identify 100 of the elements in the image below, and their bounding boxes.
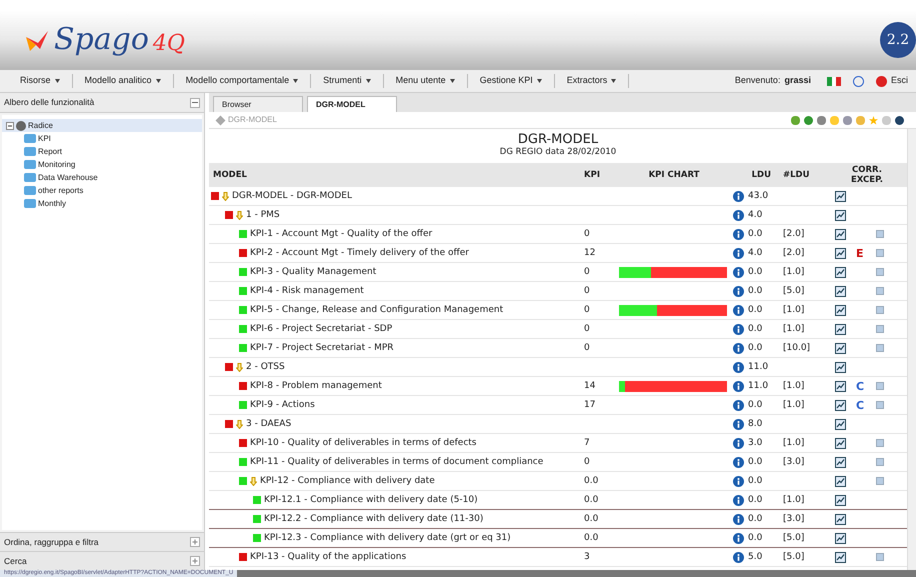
dropdown-arrow-icon[interactable] xyxy=(450,79,455,83)
model-name: 2 - OTSS xyxy=(246,361,285,373)
down-arrow-icon[interactable] xyxy=(236,420,243,428)
down-arrow-icon[interactable] xyxy=(250,476,257,486)
model-name: DGR-MODEL - DGR-MODEL xyxy=(232,190,352,202)
menu-item[interactable]: Modello analitico xyxy=(84,74,152,88)
menu-item[interactable]: Strumenti xyxy=(323,74,362,88)
dropdown-arrow-icon[interactable] xyxy=(156,79,161,83)
menu-item[interactable]: Extractors xyxy=(566,74,608,88)
column-header: CORR. EXCEP. xyxy=(850,165,884,185)
tree-item[interactable]: Report xyxy=(38,146,62,158)
tab[interactable]: DGR-MODEL xyxy=(307,96,397,112)
kpi-value: 0 xyxy=(584,228,591,240)
ldu-value: 0.0 xyxy=(748,266,762,278)
trend-chart-icon[interactable] xyxy=(835,438,846,448)
kpi-value: 3 xyxy=(584,551,591,563)
tree-item[interactable]: Monitoring xyxy=(38,158,76,170)
ldu-value: 0.0 xyxy=(748,285,762,297)
trend-chart-icon[interactable] xyxy=(835,304,846,316)
expand-button[interactable] xyxy=(190,537,200,547)
tree-item[interactable]: Radice xyxy=(28,120,53,132)
down-arrow-icon[interactable] xyxy=(236,362,243,372)
ldu-weight: [1.0] xyxy=(782,494,806,506)
trend-chart-icon[interactable] xyxy=(835,456,846,468)
logout-link[interactable]: Esci xyxy=(890,74,908,88)
tree-item[interactable]: Monthly xyxy=(38,198,66,210)
flag-icon[interactable] xyxy=(826,76,841,86)
panel-title: Albero delle funzionalità xyxy=(4,96,94,109)
tree-item[interactable]: Data Warehouse xyxy=(38,172,98,184)
trend-chart-icon[interactable] xyxy=(835,476,846,486)
exception-code: C xyxy=(856,380,864,392)
trend-chart-icon[interactable] xyxy=(835,324,846,334)
folder-icon xyxy=(24,160,36,169)
menu-item[interactable]: Gestione KPI xyxy=(480,74,533,88)
star-icon[interactable] xyxy=(869,116,878,124)
tree-item[interactable]: KPI xyxy=(38,132,51,144)
panel-title: Cerca xyxy=(4,554,27,568)
trend-chart-icon[interactable] xyxy=(835,494,846,506)
trend-chart-icon[interactable] xyxy=(835,362,846,372)
logo-text: Spago xyxy=(54,25,149,55)
menu-item[interactable]: Risorse xyxy=(20,74,51,88)
collapse-icon[interactable] xyxy=(6,122,14,130)
trend-chart-icon[interactable] xyxy=(835,380,846,392)
trend-chart-icon[interactable] xyxy=(835,248,846,258)
folder-icon xyxy=(24,134,36,143)
collapse-button[interactable] xyxy=(190,98,200,108)
trend-chart-icon[interactable] xyxy=(835,400,846,410)
trend-chart-icon[interactable] xyxy=(835,266,846,278)
model-name: KPI-11 - Quality of deliverables in terms of document compliance xyxy=(250,456,544,468)
ldu-weight: [3.0] xyxy=(782,456,806,468)
report-title: DGR-MODEL xyxy=(516,133,600,146)
tree-item[interactable]: other reports xyxy=(38,184,84,196)
model-name: KPI-10 - Quality of deliverables in terms of defects xyxy=(250,437,476,449)
ldu-value: 0.0 xyxy=(748,228,762,240)
ldu-weight: [3.0] xyxy=(782,513,806,525)
trend-chart-icon[interactable] xyxy=(835,514,846,524)
dropdown-arrow-icon[interactable] xyxy=(366,79,371,83)
trend-chart-icon[interactable] xyxy=(835,552,846,562)
model-name: 3 - DAEAS xyxy=(246,418,292,430)
ldu-value: 0.0 xyxy=(748,513,762,525)
down-arrow-icon[interactable] xyxy=(222,192,229,200)
ldu-value: 8.0 xyxy=(748,418,762,430)
logout-icon[interactable] xyxy=(876,76,887,86)
dropdown-arrow-icon[interactable] xyxy=(293,79,298,83)
trend-chart-icon[interactable] xyxy=(835,190,846,202)
panel-title: Ordina, raggruppa e filtra xyxy=(4,536,98,548)
ldu-weight: [1.0] xyxy=(782,380,806,392)
logo-suffix: 4Q xyxy=(152,33,185,55)
ldu-weight: [1.0] xyxy=(782,323,806,335)
folder-icon xyxy=(24,147,36,156)
model-name: KPI-12.1 - Compliance with delivery date (5-10) xyxy=(264,494,478,506)
ldu-weight: [5.0] xyxy=(782,532,806,544)
ldu-value: 3.0 xyxy=(748,437,762,449)
dropdown-arrow-icon[interactable] xyxy=(54,79,60,83)
exception-code: C xyxy=(856,400,864,410)
menu-item[interactable]: Modello comportamentale xyxy=(186,74,290,88)
model-name: KPI-9 - Actions xyxy=(250,399,315,411)
user-name: grassi xyxy=(784,74,811,88)
model-name: KPI-7 - Project Secretariat - MPR xyxy=(250,342,394,354)
trend-chart-icon[interactable] xyxy=(835,342,846,354)
kpi-value: 0 xyxy=(584,266,591,278)
dropdown-arrow-icon[interactable] xyxy=(536,79,542,83)
kpi-value: 0 xyxy=(584,456,591,468)
root-icon xyxy=(16,120,26,130)
tab[interactable]: Browser xyxy=(213,96,303,112)
breadcrumb: DGR-MODEL xyxy=(228,114,277,126)
model-name: KPI-12.3 - Compliance with delivery date (grt or eq 31) xyxy=(264,532,511,544)
kpi-value: 0 xyxy=(584,342,591,354)
trend-chart-icon[interactable] xyxy=(835,286,846,296)
expand-button[interactable] xyxy=(190,556,200,566)
trend-chart-icon[interactable] xyxy=(835,532,846,544)
dropdown-arrow-icon[interactable] xyxy=(611,79,616,83)
menu-item[interactable]: Menu utente xyxy=(396,74,446,88)
column-header: #LDU xyxy=(782,168,810,182)
trend-chart-icon[interactable] xyxy=(835,228,846,240)
down-arrow-icon[interactable] xyxy=(236,210,243,220)
ldu-value: 4.0 xyxy=(748,209,762,221)
trend-chart-icon[interactable] xyxy=(835,418,846,430)
ldu-value: 0.0 xyxy=(748,342,762,354)
trend-chart-icon[interactable] xyxy=(835,210,846,220)
